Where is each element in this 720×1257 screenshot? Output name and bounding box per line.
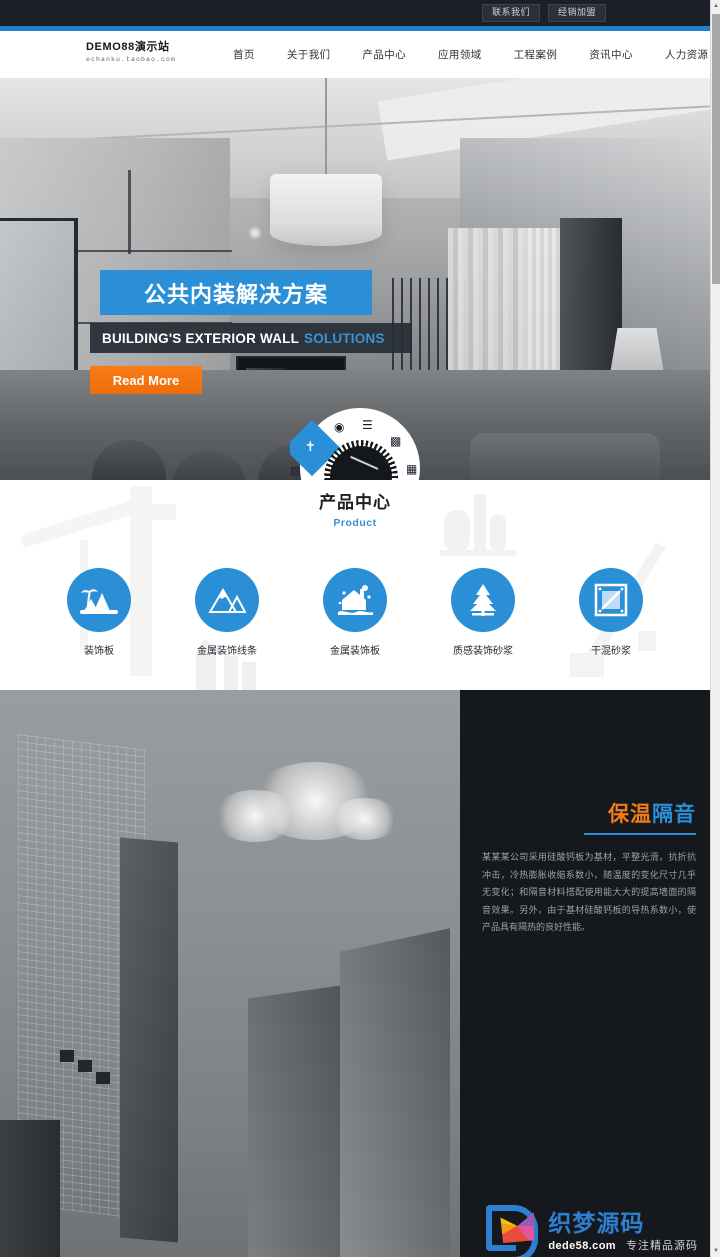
hero-title-text: 公共内装解决方案 [143, 281, 328, 307]
logo-subtitle: echanku.taobao.com [86, 55, 177, 63]
nav-item-products[interactable]: 产品中心 [346, 47, 422, 62]
product-icon-circle [323, 568, 387, 632]
watermark-url: dede58.com [548, 1240, 616, 1252]
product-label: 装饰板 [84, 646, 114, 657]
nav-item-news[interactable]: 资讯中心 [573, 47, 649, 62]
nav-item-home[interactable]: 首页 [225, 47, 271, 62]
scroll-down-arrow-icon[interactable]: ▼ [711, 1245, 720, 1257]
product-item[interactable]: 质感装饰砂浆 [435, 568, 531, 657]
dealer-join-button[interactable]: 经销加盟 [547, 4, 606, 22]
product-icon-circle [195, 568, 259, 632]
pine-tree-icon [470, 584, 496, 616]
top-utility-bar: 联系我们 经销加盟 [0, 0, 710, 26]
product-icon-circle [579, 568, 643, 632]
insulation-text-block: 保温隔音 某某某公司采用硅酸钙板为基材，平整光滑，抗折抗冲击，冷热膨胀收缩系数小… [482, 798, 696, 937]
armchair-icon: ▩ [390, 434, 402, 448]
hero-title: 公共内装解决方案 [100, 270, 372, 315]
mountains-icon [208, 588, 246, 613]
product-list: 装饰板 金属装饰线条 金属装饰板 质感装饰砂浆 干混砂浆 [0, 568, 710, 657]
section-title-en: Product [333, 517, 377, 529]
product-icon-circle [67, 568, 131, 632]
nav-item-about[interactable]: 关于我们 [271, 47, 347, 62]
site-logo[interactable]: DEMO88演示站 echanku.taobao.com [86, 41, 236, 63]
product-item[interactable]: 装饰板 [51, 568, 147, 657]
insulation-heading-blue: 隔音 [652, 803, 696, 826]
insulation-heading: 保温隔音 [482, 798, 696, 828]
product-item[interactable]: 干混砂浆 [563, 568, 659, 657]
hero-subtitle-white: BUILDING'S EXTERIOR WALL [102, 330, 300, 346]
product-label: 干混砂浆 [591, 646, 631, 657]
product-item[interactable]: 金属装饰板 [307, 568, 403, 657]
hero-subtitle: BUILDING'S EXTERIOR WALL SOLUTIONS [90, 323, 412, 353]
insulation-underline [584, 833, 696, 835]
main-navigation: 首页 关于我们 产品中心 应用领域 工程案例 资讯中心 人力资源 [225, 31, 720, 78]
top-utility-buttons: 联系我们 经销加盟 [481, 4, 710, 22]
contact-us-button[interactable]: 联系我们 [481, 4, 540, 22]
logo-title: DEMO88演示站 [86, 41, 170, 53]
drill-icon: ☰ [362, 418, 373, 432]
product-section: 产品中心 Product 装饰板 金属装饰线条 金属装饰板 质感装饰砂浆 干混砂… [0, 480, 710, 690]
hero-subtitle-blue: SOLUTIONS [304, 330, 385, 346]
skyscrapers-photo [0, 690, 460, 1257]
palm-island-icon [80, 589, 118, 614]
page-root: 联系我们 经销加盟 DEMO88演示站 echanku.taobao.com 首… [0, 0, 720, 1257]
product-label: 质感装饰砂浆 [453, 646, 513, 657]
watermark-text: 织梦源码 dede58.com 专注精品源码 [548, 1211, 698, 1253]
snow-house-icon [338, 585, 373, 615]
gauge-decoration: ✝ ▧ ◉ ☰ ▩ ▦ [290, 408, 430, 486]
nav-item-applications[interactable]: 应用领域 [422, 47, 498, 62]
site-watermark: 织梦源码 dede58.com 专注精品源码 [486, 1203, 698, 1257]
product-section-title: 产品中心 Product [0, 488, 710, 529]
insulation-heading-orange: 保温 [608, 803, 652, 826]
scroll-up-arrow-icon[interactable]: ▲ [711, 0, 720, 12]
product-icon-circle [451, 568, 515, 632]
wrench-icon: ✝ [305, 439, 316, 454]
paint-roller-icon: ▧ [290, 465, 301, 477]
section-title-cn: 产品中心 [319, 493, 391, 512]
camera-icon: ◉ [334, 420, 345, 434]
trash-bin-icon: ▦ [406, 462, 418, 476]
framed-panel-icon [594, 583, 628, 617]
insulation-body-text: 某某某公司采用硅酸钙板为基材，平整光滑，抗折抗冲击，冷热膨胀收缩系数小，随温度的… [482, 852, 696, 933]
watermark-tagline: 专注精品源码 [626, 1240, 698, 1252]
dede-logo-icon [486, 1203, 542, 1257]
product-item[interactable]: 金属装饰线条 [179, 568, 275, 657]
read-more-button[interactable]: Read More [90, 366, 202, 394]
site-header: DEMO88演示站 echanku.taobao.com 首页 关于我们 产品中… [0, 31, 710, 78]
insulation-section: 保温隔音 某某某公司采用硅酸钙板为基材，平整光滑，抗折抗冲击，冷热膨胀收缩系数小… [0, 690, 710, 1257]
nav-item-cases[interactable]: 工程案例 [498, 47, 574, 62]
watermark-brand: 织梦源码 [548, 1209, 645, 1236]
scrollbar-thumb[interactable] [712, 14, 720, 284]
vertical-scrollbar[interactable]: ▲ ▼ [710, 0, 720, 1257]
product-label: 金属装饰板 [330, 646, 380, 657]
product-label: 金属装饰线条 [197, 646, 257, 657]
